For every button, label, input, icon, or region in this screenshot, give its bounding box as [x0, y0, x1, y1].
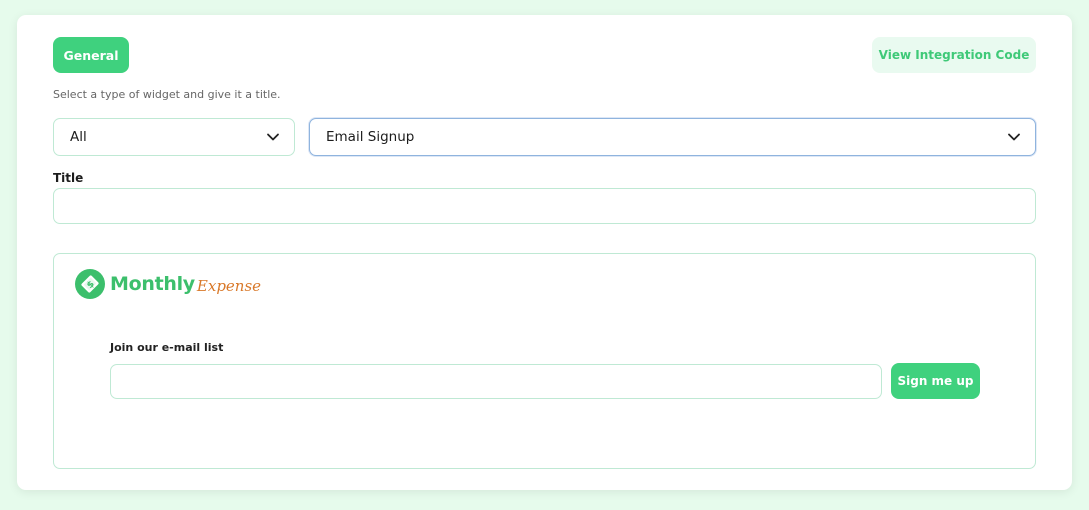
dollar-bill-icon: $ — [75, 269, 105, 299]
chevron-down-icon — [1008, 133, 1020, 141]
title-label: Title — [53, 171, 84, 185]
widget-preview: $ Monthly Expense Join our e-mail list S… — [53, 253, 1036, 469]
widget-hint-text: Select a type of widget and give it a ti… — [53, 88, 281, 101]
widget-category-value: All — [70, 129, 87, 145]
title-input[interactable] — [53, 188, 1036, 224]
widget-card: General View Integration Code Select a t… — [17, 15, 1072, 490]
general-tab-button[interactable]: General — [53, 37, 129, 73]
widget-category-select[interactable]: All — [53, 118, 295, 156]
sign-me-up-button[interactable]: Sign me up — [891, 363, 980, 399]
view-integration-code-button[interactable]: View Integration Code — [872, 37, 1036, 73]
logo-text-main: Monthly — [110, 273, 195, 295]
widget-type-value: Email Signup — [326, 129, 415, 145]
logo-text-script: Expense — [196, 277, 262, 295]
email-field[interactable] — [110, 364, 882, 399]
brand-logo: $ Monthly Expense — [74, 268, 261, 300]
chevron-down-icon — [267, 133, 279, 141]
widget-type-select[interactable]: Email Signup — [309, 118, 1036, 156]
join-list-label: Join our e-mail list — [110, 341, 224, 354]
